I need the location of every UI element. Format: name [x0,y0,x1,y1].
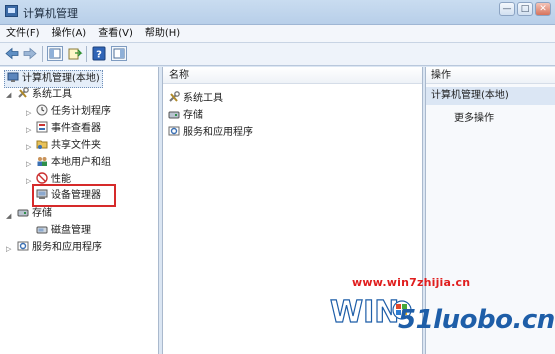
tree-label: 计算机管理(本地) [22,73,100,84]
menu-help[interactable]: 帮助(H) [139,25,186,42]
tree-label: 磁盘管理 [51,225,91,236]
clock-icon [36,104,48,116]
disk-icon [36,223,48,235]
collapse-arrow-icon[interactable]: ◢ [6,91,11,99]
svg-text:?: ? [96,50,102,61]
expand-arrow-icon[interactable]: ▷ [26,160,31,168]
tree-label: 共享文件夹 [51,140,101,151]
tree-label: 任务计划程序 [51,106,111,117]
tree-label: 本地用户和组 [51,157,111,168]
tree-item-storage[interactable]: 存储 [17,206,52,222]
console-tree-pane: 计算机管理(本地) ◢ 系统工具 ▷ 任务计划程序 ▷ 事件查看器 ▷ 共享文件… [0,67,159,354]
expand-arrow-icon[interactable]: ▷ [26,126,31,134]
title-bar: 计算机管理 — □ ✕ [0,0,555,25]
collapse-arrow-icon[interactable]: ◢ [6,212,11,220]
close-button[interactable]: ✕ [535,2,551,16]
window-title: 计算机管理 [23,7,78,20]
tree-item-services-apps[interactable]: 服务和应用程序 [17,240,102,256]
back-arrow-icon[interactable] [4,46,20,61]
expand-arrow-icon[interactable]: ▷ [26,143,31,151]
expand-arrow-icon[interactable]: ▷ [26,177,31,185]
tree-item-event-viewer[interactable]: 事件查看器 [36,121,101,137]
menu-view[interactable]: 查看(V) [92,25,139,42]
list-label: 存储 [183,110,203,121]
export-list-icon[interactable] [67,46,83,61]
toolbar-separator [42,46,43,62]
expand-arrow-icon[interactable]: ▷ [26,109,31,117]
show-action-pane-icon[interactable] [111,46,127,61]
list-item-system-tools[interactable]: 系统工具 [168,91,223,107]
services-icon [168,125,180,137]
performance-icon [36,172,48,184]
computer-management-icon [5,5,18,17]
maximize-button[interactable]: □ [517,2,533,16]
list-label: 服务和应用程序 [183,127,253,138]
svg-text:WIN: WIN [330,295,399,330]
minimize-button[interactable]: — [499,2,515,16]
toolbar: ? [0,43,555,66]
toolbar-separator [86,46,87,62]
forward-arrow-icon[interactable] [22,46,38,61]
expand-arrow-icon[interactable]: ▷ [6,245,11,253]
menu-action[interactable]: 操作(A) [46,25,93,42]
tree-label: 系统工具 [32,89,72,100]
tree-root-computer-management[interactable]: 计算机管理(本地) [4,70,103,88]
tree-item-system-tools[interactable]: 系统工具 [17,87,72,103]
list-label: 系统工具 [183,93,223,104]
computer-management-icon [7,71,19,83]
users-icon [36,155,48,167]
tree-label: 服务和应用程序 [32,242,102,253]
event-viewer-icon [36,121,48,133]
computer-management-window: 计算机管理 — □ ✕ 文件(F) 操作(A) 查看(V) 帮助(H) ? 计算… [0,0,555,354]
services-icon [17,240,29,252]
menu-file[interactable]: 文件(F) [0,25,46,42]
list-item-services-apps[interactable]: 服务和应用程序 [168,125,253,141]
shared-folder-icon [36,138,48,150]
watermark-site: 51luobo.cn [398,305,555,335]
window-controls: — □ ✕ [499,2,551,16]
highlight-box [32,184,116,207]
actions-header: 操作 [426,67,555,84]
actions-section-computer-management[interactable]: 计算机管理(本地) [426,87,555,105]
tools-icon [17,87,29,99]
tree-item-disk-management[interactable]: 磁盘管理 [36,223,91,239]
tree-item-shared-folders[interactable]: 共享文件夹 [36,138,101,154]
help-icon[interactable]: ? [91,46,107,61]
tree-label: 事件查看器 [51,123,101,134]
menu-bar: 文件(F) 操作(A) 查看(V) 帮助(H) [0,25,555,43]
show-tree-icon[interactable] [47,46,63,61]
column-header-name[interactable]: 名称 [163,67,422,84]
storage-icon [168,108,180,120]
tools-icon [168,91,180,103]
storage-icon [17,206,29,218]
tree-item-local-users[interactable]: 本地用户和组 [36,155,111,171]
list-item-storage[interactable]: 存储 [168,108,203,124]
more-actions-link[interactable]: 更多操作 [454,111,494,127]
tree-label: 存储 [32,208,52,219]
tree-item-task-scheduler[interactable]: 任务计划程序 [36,104,111,120]
